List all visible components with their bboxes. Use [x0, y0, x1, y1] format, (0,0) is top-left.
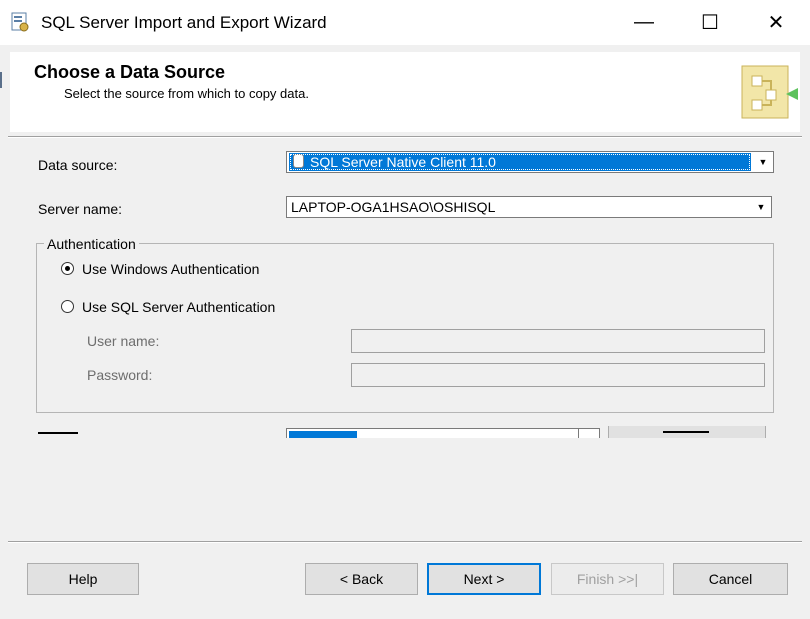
- refresh-label-clipped: [663, 431, 709, 433]
- footer-separator-highlight: [8, 542, 802, 543]
- title-bar: SQL Server Import and Export Wizard — ☐ …: [0, 0, 810, 45]
- database-label-clipped: [38, 432, 78, 434]
- database-combobox-clipped[interactable]: [286, 428, 600, 438]
- finish-button[interactable]: Finish >>|: [551, 563, 664, 595]
- refresh-button-clipped[interactable]: [608, 426, 766, 438]
- data-source-value: SQL Server Native Client 11.0: [310, 154, 496, 170]
- page-title: Choose a Data Source: [34, 62, 226, 82]
- page-subtitle: Select the source from which to copy dat…: [64, 86, 309, 101]
- cancel-button[interactable]: Cancel: [673, 563, 788, 595]
- server-name-label: Server name:: [38, 201, 123, 217]
- authentication-group-label: Authentication: [44, 236, 139, 252]
- wizard-app-icon: [11, 12, 29, 32]
- windows-auth-radio[interactable]: [61, 262, 74, 275]
- username-label: User name:: [87, 333, 160, 349]
- data-source-selected: SQL Server Native Client 11.0: [289, 153, 751, 171]
- server-name-value[interactable]: LAPTOP-OGA1HSAO\OSHISQL: [287, 198, 749, 216]
- database-arrow-divider: [578, 429, 579, 438]
- username-field[interactable]: [351, 329, 765, 353]
- next-button[interactable]: Next >: [427, 563, 541, 595]
- password-label: Password:: [87, 367, 153, 383]
- minimize-button[interactable]: —: [612, 0, 676, 45]
- sql-auth-radio[interactable]: [61, 300, 74, 313]
- password-field[interactable]: [351, 363, 765, 387]
- database-row-clipped: [0, 426, 810, 438]
- back-button[interactable]: < Back: [305, 563, 418, 595]
- header-separator-highlight: [8, 137, 802, 138]
- database-selected-clipped: [289, 431, 357, 438]
- help-button[interactable]: Help: [27, 563, 139, 595]
- dropdown-arrow-icon[interactable]: ▼: [754, 153, 772, 171]
- background-window-edge: [0, 72, 2, 88]
- server-name-combobox[interactable]: LAPTOP-OGA1HSAO\OSHISQL ▼: [286, 196, 772, 218]
- window-title: SQL Server Import and Export Wizard: [41, 13, 327, 32]
- wizard-header: Choose a Data Source Select the source f…: [10, 52, 800, 132]
- database-icon: [293, 154, 304, 168]
- maximize-button[interactable]: ☐: [678, 0, 742, 45]
- close-button[interactable]: ✕: [744, 0, 808, 45]
- dropdown-arrow-icon[interactable]: ▼: [752, 198, 770, 216]
- data-source-label: Data source:: [38, 157, 118, 173]
- windows-auth-label[interactable]: Use Windows Authentication: [82, 261, 259, 277]
- data-flow-graphic-icon: [738, 60, 800, 124]
- sql-auth-label[interactable]: Use SQL Server Authentication: [82, 299, 275, 315]
- data-source-dropdown[interactable]: SQL Server Native Client 11.0 ▼: [286, 151, 774, 173]
